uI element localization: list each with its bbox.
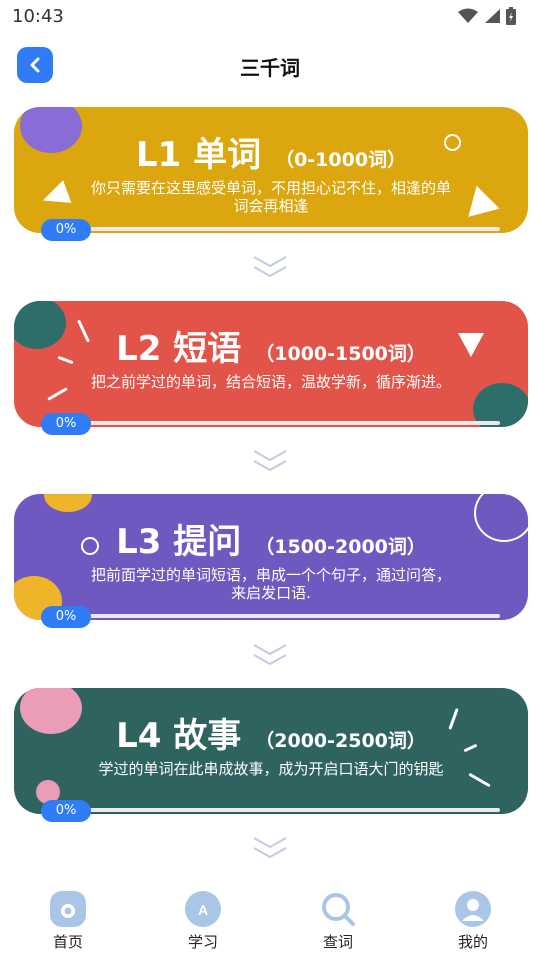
card-range: （1000-1500词） (255, 343, 426, 365)
page-title: 三千词 (240, 56, 300, 80)
level-card-l3[interactable]: L3 提问 （1500-2000词） 把前面学过的单词短语，串成一个个句子，通过… (14, 494, 528, 620)
tab-label: 查词 (322, 933, 353, 951)
chevron-down-icon (253, 450, 287, 472)
card-range: （0-1000词） (275, 149, 407, 171)
tab-lookup[interactable]: 查词 (298, 885, 378, 955)
tab-home[interactable]: 首页 (28, 885, 108, 955)
level-card-l1[interactable]: L1 单词 （0-1000词） 你只需要在这里感受单词，不用担心记不住，相逢的单… (14, 107, 528, 233)
signal-icon (485, 9, 500, 23)
tab-label: 首页 (52, 933, 83, 951)
progress-track (42, 421, 500, 425)
progress-badge: 0% (41, 606, 91, 628)
card-description: 把之前学过的单词，结合短语，温故学新，循序渐进。 (90, 373, 451, 391)
status-icons (458, 7, 516, 25)
card-title: L4 故事 (116, 716, 242, 756)
tab-study[interactable]: A 学习 (163, 885, 243, 955)
battery-icon (506, 7, 516, 25)
decor-stroke (468, 772, 491, 788)
progress-track (42, 614, 500, 618)
status-time: 10:43 (12, 6, 64, 27)
level-card-l4[interactable]: L4 故事 （2000-2500词） 学过的单词在此串成故事，成为开启口语大门的… (14, 688, 528, 814)
search-icon (320, 891, 356, 927)
header: 三千词 (0, 40, 540, 90)
card-description: 把前面学过的单词短语，串成一个个句子，通过问答，来启发口语. (90, 566, 451, 602)
card-title: L1 单词 (135, 135, 262, 175)
decor-circle (44, 494, 92, 512)
card-description: 学过的单词在此串成故事，成为开启口语大门的钥匙 (98, 760, 444, 778)
chevron-down-icon (253, 256, 287, 278)
progress-track (42, 227, 500, 231)
tab-profile[interactable]: 我的 (433, 885, 513, 955)
profile-icon (455, 891, 491, 927)
svg-text:A: A (198, 902, 208, 918)
progress-badge: 0% (41, 800, 91, 822)
decor-triangle (38, 180, 72, 212)
study-icon: A (185, 891, 221, 927)
decor-triangle (468, 185, 504, 225)
status-bar: 10:43 (0, 0, 540, 34)
tab-label: 我的 (457, 933, 488, 951)
card-description: 你只需要在这里感受单词，不用担心记不住，相逢的单词会再相逢 (90, 179, 451, 215)
home-icon (50, 891, 86, 927)
chevron-down-icon (253, 837, 287, 859)
card-range: （2000-2500词） (255, 730, 426, 752)
chevron-down-icon (253, 644, 287, 666)
card-title: L2 短语 (116, 329, 242, 369)
progress-badge: 0% (41, 219, 91, 241)
progress-badge: 0% (41, 413, 91, 435)
decor-stroke (47, 387, 68, 401)
tab-bar: 首页 A 学习 查词 我的 (0, 885, 540, 960)
level-card-l2[interactable]: L2 短语 （1000-1500词） 把之前学过的单词，结合短语，温故学新，循序… (14, 301, 528, 427)
card-range: （1500-2000词） (255, 536, 426, 558)
progress-track (42, 808, 500, 812)
card-title: L3 提问 (116, 522, 242, 562)
wifi-icon (458, 8, 478, 23)
tab-label: 学习 (187, 933, 218, 951)
